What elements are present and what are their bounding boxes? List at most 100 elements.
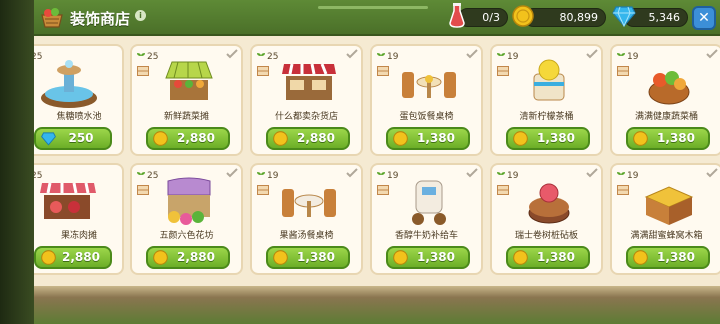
- crate-icon: [257, 185, 269, 195]
- buy-button[interactable]: 1,380: [506, 127, 590, 150]
- crate-icon: [497, 66, 509, 76]
- vegetable-basket-icon: [648, 71, 690, 105]
- item-name: 五颜六色花坊: [159, 231, 214, 241]
- sprout-icon: [257, 53, 265, 60]
- shop-item-card[interactable]: 19 蛋包饭餐桌椅 1,380: [370, 44, 483, 156]
- jam-soup-dining-set-icon: [282, 189, 336, 217]
- milk-cart-icon: [412, 180, 446, 225]
- shop-item-card[interactable]: 25 五颜六色花坊 2,880: [130, 163, 243, 275]
- buy-button[interactable]: 1,380: [626, 246, 710, 269]
- buy-button[interactable]: 1,380: [266, 246, 350, 269]
- shop-item-card[interactable]: 19 清新柠檬茶桶 1,380: [490, 44, 603, 156]
- unlock-level: 19: [376, 51, 398, 63]
- level-value: 19: [627, 52, 639, 62]
- item-name: 果冻肉摊: [60, 231, 97, 241]
- sprout-icon: [377, 53, 385, 60]
- crate-icon: [377, 185, 389, 195]
- item-name: 满满甜蜜蜂窝木箱: [630, 231, 703, 241]
- buy-button[interactable]: 2,880: [266, 127, 350, 150]
- left-edge: [0, 0, 34, 324]
- swiss-roll-cutting-board-icon: [528, 183, 570, 224]
- shop-basket-icon: [41, 8, 63, 28]
- price: 1,380: [537, 250, 575, 264]
- buy-button[interactable]: 1,380: [506, 246, 590, 269]
- coin-icon: [153, 250, 168, 265]
- buy-button[interactable]: 1,380: [386, 246, 470, 269]
- flower-shop-icon: [167, 177, 211, 225]
- crate-icon: [617, 66, 629, 76]
- vegetable-stall-icon: [165, 61, 213, 100]
- price: 1,380: [657, 250, 695, 264]
- coin-counter: 80,899: [524, 8, 606, 27]
- buy-button[interactable]: 250: [34, 127, 112, 150]
- unlock-level: 19: [256, 170, 278, 182]
- coin-icon: [273, 250, 288, 265]
- item-name: 满满健康蔬菜桶: [634, 112, 698, 122]
- info-icon[interactable]: i: [135, 10, 146, 21]
- level-value: 25: [147, 52, 159, 62]
- honeycomb-crate-icon: [644, 186, 694, 225]
- coin-icon: [393, 131, 408, 146]
- placed-check-icon: [226, 168, 238, 178]
- shop-item-card[interactable]: 25 新鲜蔬菜摊 2,880: [130, 44, 243, 156]
- shop-item-card[interactable]: 19 果酱汤餐桌椅 1,380: [250, 163, 363, 275]
- coin-icon: [633, 250, 648, 265]
- header-decoration: [318, 6, 428, 9]
- placed-check-icon: [586, 168, 598, 178]
- dining-set-icon: [402, 72, 456, 98]
- unlock-level: 19: [496, 170, 518, 182]
- shop-item-card[interactable]: 19 满满健康蔬菜桶 1,380: [610, 44, 720, 156]
- sprout-icon: [257, 172, 265, 179]
- gem-icon: [41, 132, 56, 146]
- item-name: 瑞士卷树桩砧板: [514, 231, 578, 241]
- buy-button[interactable]: 1,380: [386, 127, 470, 150]
- shop-item-card[interactable]: 25 焦糖喷水池 250: [34, 44, 124, 156]
- sprout-icon: [137, 172, 145, 179]
- shop-item-card[interactable]: 19 瑞士卷树桩砧板 1,380: [490, 163, 603, 275]
- item-name: 焦糖喷水池: [56, 112, 102, 122]
- placed-check-icon: [466, 49, 478, 59]
- lemon-tea-barrel-icon: [533, 59, 565, 101]
- price: 2,880: [62, 250, 100, 264]
- level-value: 19: [507, 52, 519, 62]
- sprout-icon: [497, 172, 505, 179]
- item-name: 蛋包饭餐桌椅: [399, 112, 454, 122]
- coin-icon: [393, 250, 408, 265]
- buy-button[interactable]: 1,380: [626, 127, 710, 150]
- item-name: 果酱汤餐桌椅: [279, 231, 334, 241]
- shop-item-card[interactable]: 19 满满甜蜜蜂窝木箱 1,380: [610, 163, 720, 275]
- sprout-icon: [617, 172, 625, 179]
- coin-icon: [41, 250, 56, 265]
- item-name: 什么都卖杂货店: [274, 112, 338, 122]
- price: 1,380: [657, 131, 695, 145]
- unlock-level: 25: [136, 170, 158, 182]
- page-title: 装饰商店: [70, 10, 131, 28]
- item-name: 香醇牛奶补给车: [394, 231, 458, 241]
- sprout-icon: [377, 172, 385, 179]
- level-value: 25: [147, 171, 159, 181]
- coin-icon: [513, 131, 528, 146]
- coin-icon: [513, 250, 528, 265]
- crate-icon: [497, 185, 509, 195]
- buy-button[interactable]: 2,880: [146, 127, 230, 150]
- coin-icon: [273, 131, 288, 146]
- level-value: 19: [267, 171, 279, 181]
- buy-button[interactable]: 2,880: [146, 246, 230, 269]
- placed-check-icon: [226, 49, 238, 59]
- sprout-icon: [617, 53, 625, 60]
- shop-item-card[interactable]: 19 香醇牛奶补给车 1,380: [370, 163, 483, 275]
- game-scene-strip: [34, 286, 720, 324]
- sprout-icon: [497, 53, 505, 60]
- close-button[interactable]: ✕: [692, 6, 716, 30]
- shop-item-card[interactable]: 25 什么都卖杂货店 2,880: [250, 44, 363, 156]
- placed-check-icon: [706, 49, 718, 59]
- unlock-level: 19: [496, 51, 518, 63]
- level-value: 19: [387, 171, 399, 181]
- shop-item-card[interactable]: 25 果冻肉摊 2,880: [34, 163, 124, 275]
- price: 1,380: [537, 131, 575, 145]
- meat-stall-icon: [40, 182, 96, 219]
- placed-check-icon: [706, 168, 718, 178]
- buy-button[interactable]: 2,880: [34, 246, 112, 269]
- price: 2,880: [177, 131, 215, 145]
- unlock-level: 25: [256, 51, 278, 63]
